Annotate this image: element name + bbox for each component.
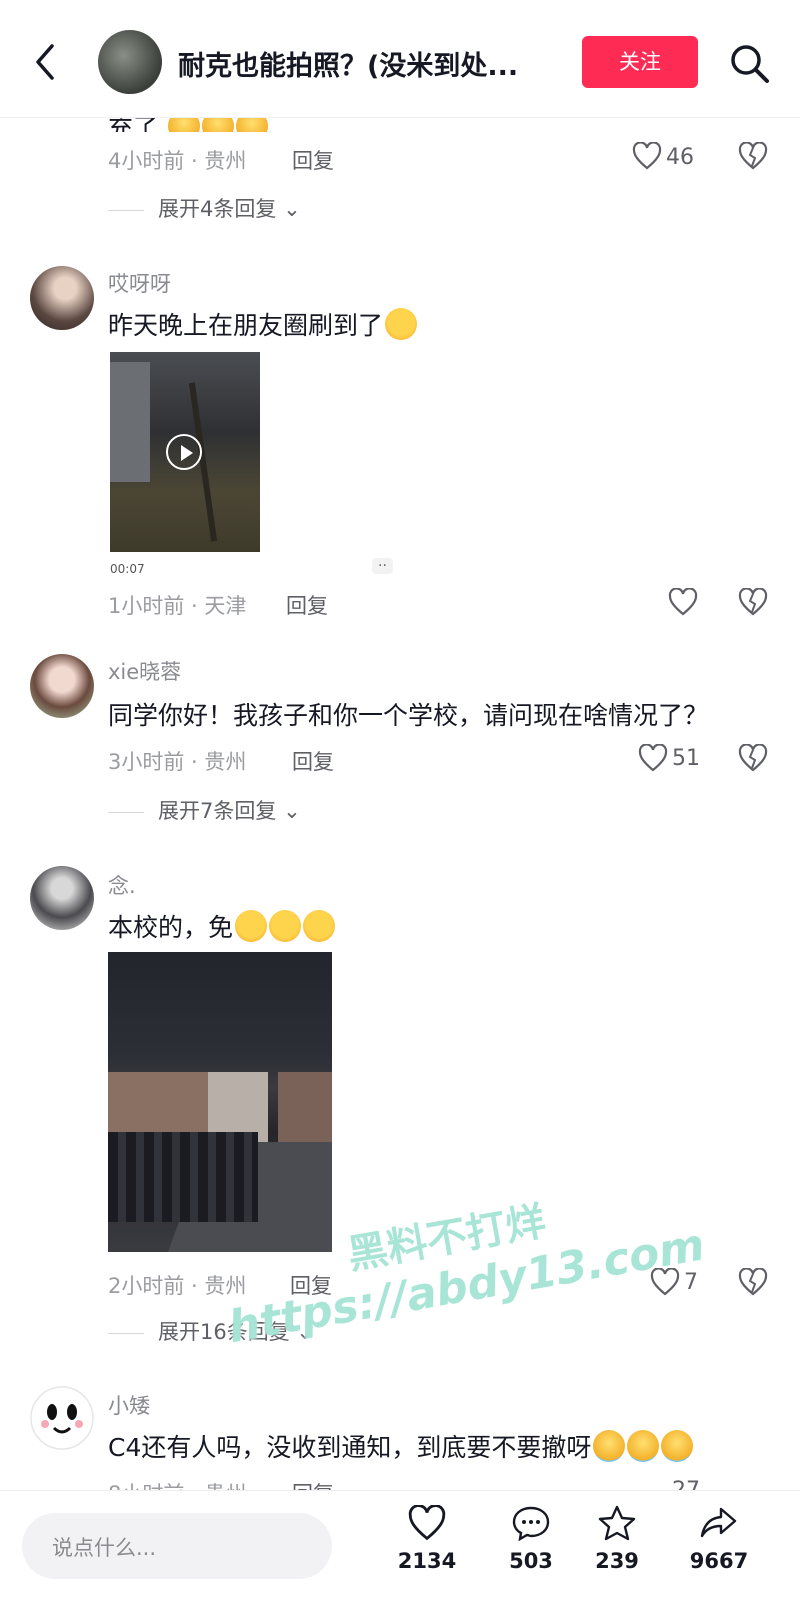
dislike-icon[interactable]: [738, 588, 768, 616]
comment-text: 同学你好！我孩子和你一个学校，请问现在啥情况了？: [108, 701, 709, 730]
expand-replies[interactable]: 展开16条回复 ⌄: [108, 1316, 314, 1346]
favorite-total: 239: [595, 1549, 639, 1573]
dislike-icon[interactable]: [738, 744, 768, 772]
star-icon: [598, 1505, 636, 1541]
like-heart-icon[interactable]: [668, 588, 698, 616]
reply-button[interactable]: 回复: [286, 590, 328, 620]
username[interactable]: 哎呀呀: [108, 268, 171, 298]
chevron-down-icon: ⌄: [283, 197, 301, 221]
crying-emoji-icon: [269, 910, 302, 942]
reply-button[interactable]: 回复: [292, 145, 334, 175]
expand-replies-label: 展开4条回复: [158, 197, 277, 221]
comment-total: 503: [509, 1549, 553, 1573]
comment-meta: 2小时前 · 贵州: [108, 1274, 247, 1298]
like-heart-icon[interactable]: [632, 142, 662, 170]
author-avatar[interactable]: [98, 30, 162, 94]
dislike-icon[interactable]: [738, 1268, 768, 1296]
crying-emoji-icon: [385, 308, 418, 340]
comment-text: C4还有人吗，没收到通知，到底要不要撤呀: [108, 1433, 592, 1462]
like-heart-icon[interactable]: [638, 744, 668, 772]
crying-emoji-icon: [661, 1430, 694, 1462]
comment-action[interactable]: 503: [486, 1505, 576, 1573]
expand-replies[interactable]: 展开4条回复 ⌄: [108, 193, 301, 223]
avatar[interactable]: [30, 866, 94, 930]
comment-meta: 3小时前 · 贵州: [108, 750, 247, 774]
like-count: 51: [672, 746, 700, 771]
share-action[interactable]: 9667: [674, 1505, 764, 1573]
comment-bubble-icon: [512, 1506, 550, 1541]
comment-body: 昨天晚上在朋友圈刷到了: [108, 306, 418, 342]
image-scene: [108, 1132, 258, 1222]
expand-replies[interactable]: 展开7条回复 ⌄: [108, 795, 301, 825]
favorite-action[interactable]: 239: [572, 1505, 662, 1573]
follow-button[interactable]: 关注: [582, 36, 698, 88]
comment-image[interactable]: [108, 952, 332, 1252]
crying-emoji-icon: [593, 1430, 626, 1462]
username[interactable]: 念.: [108, 870, 136, 900]
play-icon[interactable]: [166, 434, 202, 470]
search-icon[interactable]: [728, 42, 770, 84]
avatar[interactable]: [30, 654, 94, 718]
like-count: 7: [684, 1270, 698, 1295]
share-total: 9667: [689, 1549, 749, 1573]
comment-meta: 1小时前 · 天津: [108, 594, 247, 618]
comment-input[interactable]: 说点什么...: [22, 1513, 332, 1579]
expand-replies-label: 展开7条回复: [158, 799, 277, 823]
like-action[interactable]: 2134: [382, 1505, 472, 1573]
comment-video-thumbnail[interactable]: [110, 352, 260, 552]
divider: [108, 811, 144, 813]
username[interactable]: xie晓蓉: [108, 656, 181, 686]
like-total: 2134: [397, 1549, 457, 1573]
back-arrow-icon[interactable]: [30, 40, 62, 84]
divider: [108, 1332, 144, 1334]
comment-input-placeholder: 说点什么...: [52, 1536, 157, 1560]
like-count: 46: [666, 145, 694, 170]
comment-text: 本校的，免: [108, 913, 234, 942]
video-scene: [110, 362, 150, 482]
chevron-down-icon: ⌄: [283, 799, 301, 823]
comment-text: 昨天晚上在朋友圈刷到了: [108, 311, 384, 340]
comment-meta: 8小时前 · 贵州: [108, 1478, 246, 1490]
like-heart-icon[interactable]: [650, 1268, 680, 1296]
crying-emoji-icon: [627, 1430, 660, 1462]
reply-button[interactable]: 回复: [292, 746, 334, 776]
top-bar: 耐克也能拍照？(没米到处... 关注: [0, 0, 800, 118]
divider: [108, 209, 144, 211]
comment-body: 本校的，免: [108, 908, 336, 944]
like-count: 27: [672, 1478, 700, 1490]
heart-icon: [408, 1505, 446, 1541]
avatar[interactable]: [30, 266, 94, 330]
chevron-down-icon: ⌄: [296, 1320, 315, 1344]
dislike-icon[interactable]: [738, 142, 768, 170]
image-scene: [278, 1072, 332, 1142]
comment-body: C4还有人吗，没收到通知，到底要不要撤呀: [108, 1428, 694, 1464]
video-title: 耐克也能拍照？(没米到处...: [178, 51, 519, 82]
reply-button[interactable]: 回复: [292, 1478, 334, 1490]
username[interactable]: 小矮: [108, 1390, 150, 1420]
share-arrow-icon: [700, 1507, 737, 1538]
bottom-bar: 说点什么... 2134 503 239 9667: [0, 1490, 800, 1620]
crying-emoji-icon: [303, 910, 336, 942]
more-options-icon[interactable]: ··: [372, 558, 393, 574]
comment-meta: 4小时前 · 贵州: [108, 149, 247, 173]
expand-replies-label: 展开16条回复: [158, 1320, 290, 1344]
reply-button[interactable]: 回复: [290, 1270, 332, 1300]
crying-emoji-icon: [235, 910, 268, 942]
video-duration: 00:07: [110, 562, 145, 576]
avatar[interactable]: [30, 1386, 94, 1450]
